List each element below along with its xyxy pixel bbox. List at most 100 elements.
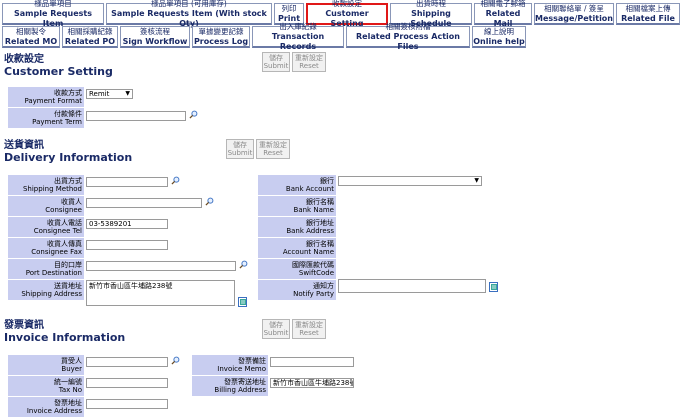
label-zh: 國際匯款代碼 [292, 261, 334, 269]
reset-button[interactable]: 重新設定 Reset [292, 319, 326, 339]
tab-label-en: Online help [473, 36, 525, 46]
label-zh: 銀行地址 [306, 219, 334, 227]
tab-related-file[interactable]: 相關檔案上傳 Related File [616, 3, 680, 25]
tab-related-mail[interactable]: 相關電子郵箱 Related Mail [474, 0, 532, 28]
button-label-en: Submit [263, 62, 289, 70]
tab-sign-workflow[interactable]: 簽核流程 Sign Workflow [120, 26, 190, 48]
tab-label-en: Sign Workflow [122, 36, 188, 46]
tab-related-process-action-files[interactable]: 相關簽核附檔 Related Process Action Files [346, 22, 470, 51]
reset-button[interactable]: 重新設定 Reset [256, 139, 290, 159]
label-zh: 送貨地址 [54, 282, 82, 290]
label-en: Bank Address [286, 227, 334, 235]
button-label-en: Reset [299, 329, 319, 337]
label-shipping-address: 送貨地址 Shipping Address [8, 280, 84, 300]
tax-no-input[interactable] [86, 378, 168, 388]
search-icon[interactable] [239, 260, 248, 269]
label-en: Payment Term [32, 118, 82, 126]
invoice-address-input[interactable] [86, 399, 168, 409]
label-en: Shipping Address [21, 290, 82, 298]
button-label-zh: 重新設定 [295, 54, 323, 62]
tab-label-en: Transaction Records [271, 31, 325, 51]
tab-label-zh: 列印 [281, 3, 297, 13]
label-en: Account Name [282, 248, 334, 256]
label-payment-term: 付款條件 Payment Term [8, 108, 84, 128]
tab-label-en: Related MO [4, 36, 58, 46]
label-tax-no: 統一編號 Tax No [8, 376, 84, 396]
shipping-method-input[interactable] [86, 177, 168, 187]
consignee-fax-input[interactable] [86, 240, 168, 250]
tab-bar-row-2: 相關製令 Related MO 相關採購紀錄 Related PO 簽核流程 S… [2, 22, 528, 51]
tab-label-zh: 樣品單項目 [34, 0, 72, 8]
label-payment-format: 收款方式 Payment Format [8, 87, 84, 107]
payment-format-select[interactable]: Remit ▼ [86, 89, 133, 99]
tab-label-zh: 出貨時程 [416, 0, 446, 8]
tab-label-zh: 線上說明 [484, 26, 514, 36]
section-title-delivery: 送貨資訊 Delivery Information [4, 140, 132, 164]
submit-button[interactable]: 儲存 Submit [262, 319, 290, 339]
shipping-address-textarea[interactable]: 新竹市香山區牛埔路238號 [86, 280, 235, 306]
label-port-destination: 目的口岸 Port Destination [8, 259, 84, 279]
label-en: SwiftCode [298, 269, 334, 277]
section-title-en: Delivery Information [4, 151, 133, 164]
label-zh: 統一編號 [54, 378, 82, 386]
label-en: Shipping Method [22, 185, 82, 193]
tab-label-en: Process Log [193, 36, 249, 46]
button-label-zh: 儲存 [269, 54, 283, 62]
tab-label-zh: 相關檔案上傳 [625, 3, 671, 13]
button-label-zh: 儲存 [233, 141, 247, 149]
label-zh: 收貨人傳真 [47, 240, 82, 248]
search-icon[interactable] [171, 176, 180, 185]
tab-label-zh: 樣品單項目 (可用庫存) [151, 0, 227, 8]
tab-label-en: Related PO [64, 36, 116, 46]
bank-account-select[interactable]: ▼ [338, 176, 482, 186]
notepad-icon[interactable] [489, 282, 499, 292]
invoice-memo-input[interactable] [270, 357, 354, 367]
search-icon[interactable] [171, 356, 180, 365]
label-zh: 付款條件 [54, 110, 82, 118]
submit-button[interactable]: 儲存 Submit [262, 52, 290, 72]
tab-related-mo[interactable]: 相關製令 Related MO [2, 26, 60, 48]
tab-sample-requests-item-stock[interactable]: 樣品單項目 (可用庫存) Sample Requests Item (With … [106, 0, 272, 28]
label-zh: 收貨人電話 [47, 219, 82, 227]
submit-button[interactable]: 儲存 Submit [226, 139, 254, 159]
consignee-input[interactable] [86, 198, 202, 208]
label-en: Payment Format [24, 97, 82, 105]
tab-transaction-records[interactable]: 出入庫紀錄 Transaction Records [252, 22, 344, 51]
tab-customer-setting[interactable]: 收款設定 Customer Setting [306, 0, 388, 28]
notepad-icon[interactable] [238, 297, 248, 307]
tab-sample-requests-item[interactable]: 樣品單項目 Sample Requests Item [2, 0, 104, 28]
search-icon[interactable] [205, 197, 214, 206]
port-destination-input[interactable] [86, 261, 236, 271]
tab-label-zh: 出入庫紀錄 [279, 21, 317, 31]
label-invoice-memo: 發票備註 Invoice Memo [192, 355, 268, 375]
label-en: Bank Account [285, 185, 334, 193]
label-zh: 收貨人 [61, 198, 82, 206]
label-zh: 買受人 [61, 357, 82, 365]
tab-label-en: Related Process Action Files [356, 31, 460, 51]
reset-button[interactable]: 重新設定 Reset [292, 52, 326, 72]
tab-label-zh: 簽核流程 [140, 26, 170, 36]
tab-message-petition[interactable]: 相關聯絡單 / 簽呈 Message/Petition [534, 3, 614, 25]
tab-label-zh: 相關電子郵箱 [480, 0, 526, 8]
button-label-en: Submit [263, 329, 289, 337]
label-bank-address: 銀行地址 Bank Address [258, 217, 336, 237]
payment-term-input[interactable] [86, 111, 186, 121]
buyer-input[interactable] [86, 357, 168, 367]
notify-party-textarea[interactable] [338, 279, 486, 293]
label-buyer: 買受人 Buyer [8, 355, 84, 375]
search-icon[interactable] [189, 110, 198, 119]
label-zh: 銀行名稱 [306, 198, 334, 206]
label-en: Tax No [58, 386, 82, 394]
label-en: Notify Party [293, 290, 334, 298]
consignee-tel-input[interactable]: 03-5389201 [86, 219, 168, 229]
label-zh: 發票備註 [238, 357, 266, 365]
section-title-invoice: 發票資訊 Invoice Information [4, 320, 125, 344]
tab-label-zh: 收款設定 [332, 0, 362, 8]
tab-process-log[interactable]: 單據變更記錄 Process Log [192, 26, 250, 48]
button-label-en: Submit [227, 149, 253, 157]
tab-online-help[interactable]: 線上說明 Online help [472, 26, 526, 48]
tab-related-po[interactable]: 相關採購紀錄 Related PO [62, 26, 118, 48]
label-bank-account: 銀行 Bank Account [258, 175, 336, 195]
label-bank-name: 銀行名稱 Bank Name [258, 196, 336, 216]
billing-address-input[interactable]: 新竹市香山區牛埔路238號 [270, 378, 354, 388]
